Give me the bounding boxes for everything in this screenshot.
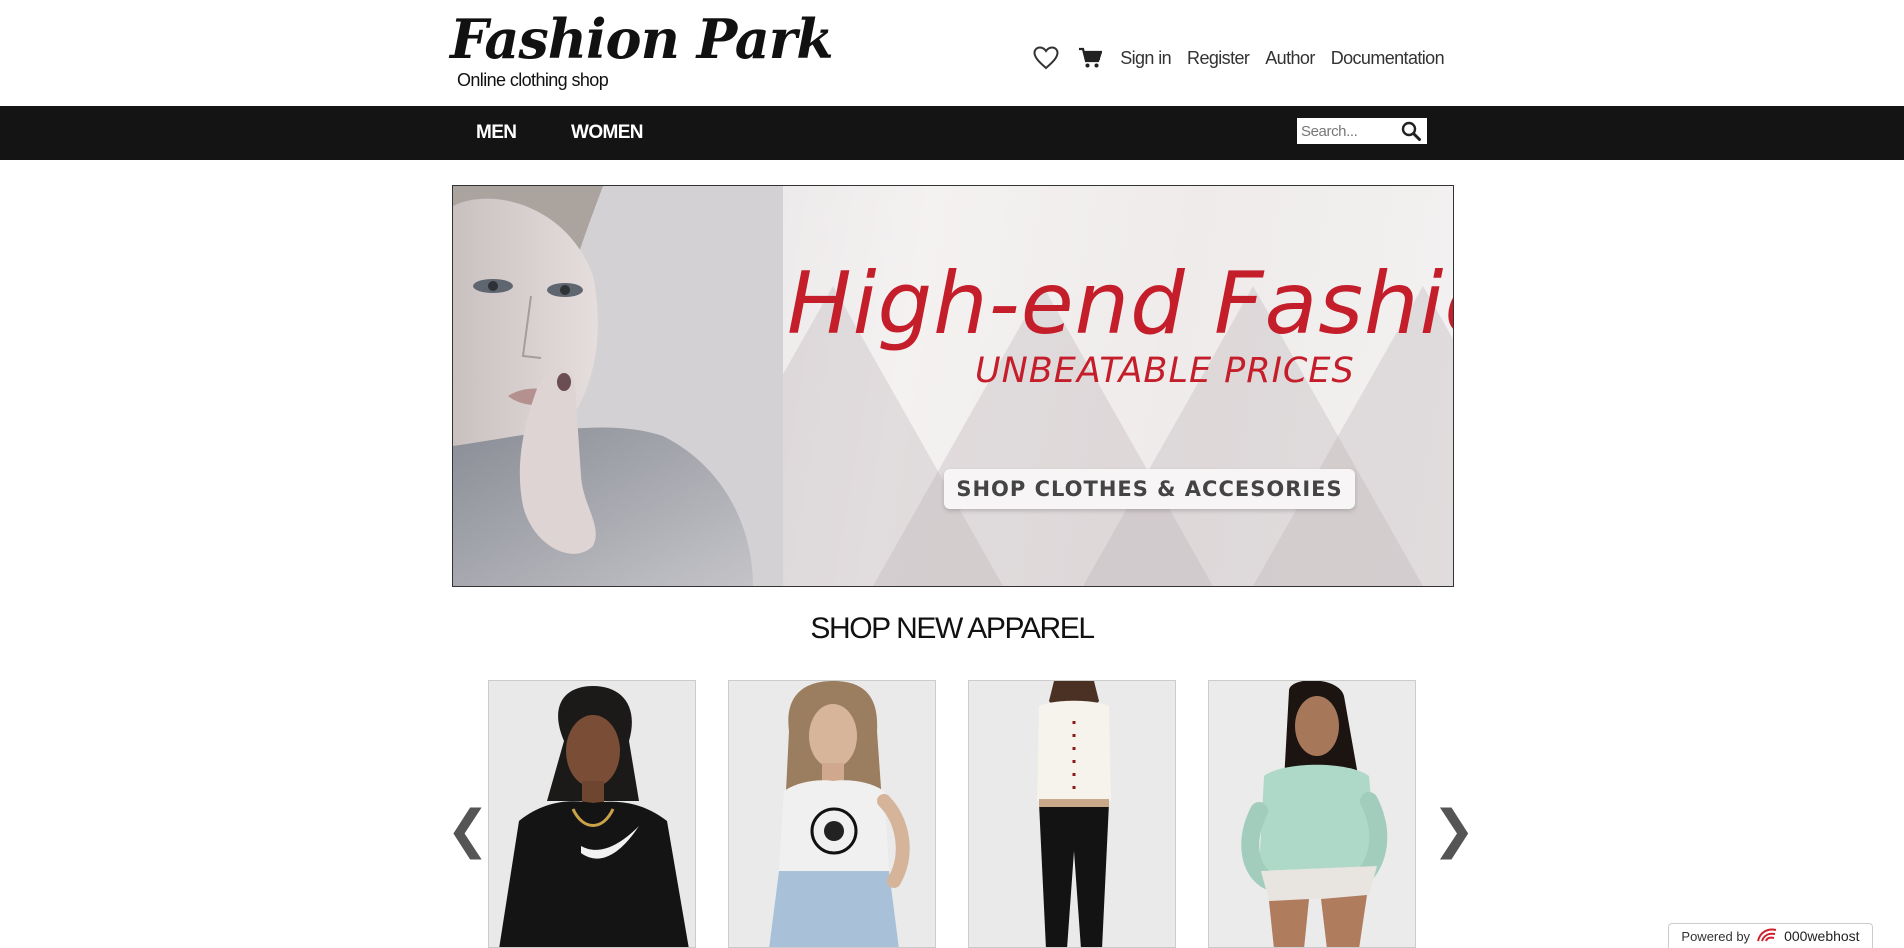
carousel-prev-arrow[interactable]: ❮ bbox=[446, 800, 490, 860]
hero-title: High-end Fashion bbox=[787, 254, 1453, 354]
hero-banner[interactable]: High-end Fashion UNBEATABLE PRICES SHOP … bbox=[452, 185, 1454, 587]
product-card[interactable] bbox=[488, 680, 696, 948]
product-card[interactable] bbox=[968, 680, 1176, 948]
site-header: Fashion Park Online clothing shop Sign i… bbox=[0, 0, 1904, 106]
webhost-logo-icon bbox=[1756, 927, 1778, 946]
category-women[interactable]: WOMEN bbox=[571, 122, 644, 144]
powered-by-label: Powered by bbox=[1681, 928, 1751, 944]
section-title: SHOP NEW APPAREL bbox=[810, 612, 1095, 645]
documentation-link[interactable]: Documentation bbox=[1331, 48, 1445, 69]
powered-by-brand: 000webhost bbox=[1784, 928, 1860, 944]
shop-clothes-button[interactable]: SHOP CLOTHES & ACCESORIES bbox=[944, 469, 1355, 509]
search-box bbox=[1297, 118, 1427, 144]
product-image-black-jeans bbox=[969, 681, 1175, 947]
heart-icon[interactable] bbox=[1032, 44, 1060, 72]
cart-icon[interactable] bbox=[1076, 44, 1104, 72]
logo-title[interactable]: Fashion Park bbox=[450, 4, 834, 74]
category-bar: MEN WOMEN bbox=[0, 106, 1904, 160]
top-nav: Sign in Register Author Documentation bbox=[1032, 44, 1445, 72]
register-link[interactable]: Register bbox=[1187, 48, 1250, 69]
hero-subtitle: UNBEATABLE PRICES bbox=[975, 351, 1355, 391]
product-card[interactable] bbox=[728, 680, 936, 948]
logo-tagline: Online clothing shop bbox=[457, 70, 609, 90]
product-card[interactable] bbox=[1208, 680, 1416, 948]
hero-model-image bbox=[453, 186, 783, 586]
carousel-next-arrow[interactable]: ❯ bbox=[1432, 800, 1476, 860]
author-link[interactable]: Author bbox=[1265, 48, 1315, 69]
search-input[interactable] bbox=[1297, 119, 1397, 143]
product-image-mint-hoodie bbox=[1209, 681, 1415, 947]
product-image-black-top bbox=[489, 681, 695, 947]
category-men[interactable]: MEN bbox=[476, 122, 517, 144]
search-icon[interactable] bbox=[1397, 118, 1425, 144]
powered-by-badge[interactable]: Powered by 000webhost bbox=[1668, 923, 1873, 948]
sign-in-link[interactable]: Sign in bbox=[1120, 48, 1171, 69]
product-image-white-tank bbox=[729, 681, 935, 947]
